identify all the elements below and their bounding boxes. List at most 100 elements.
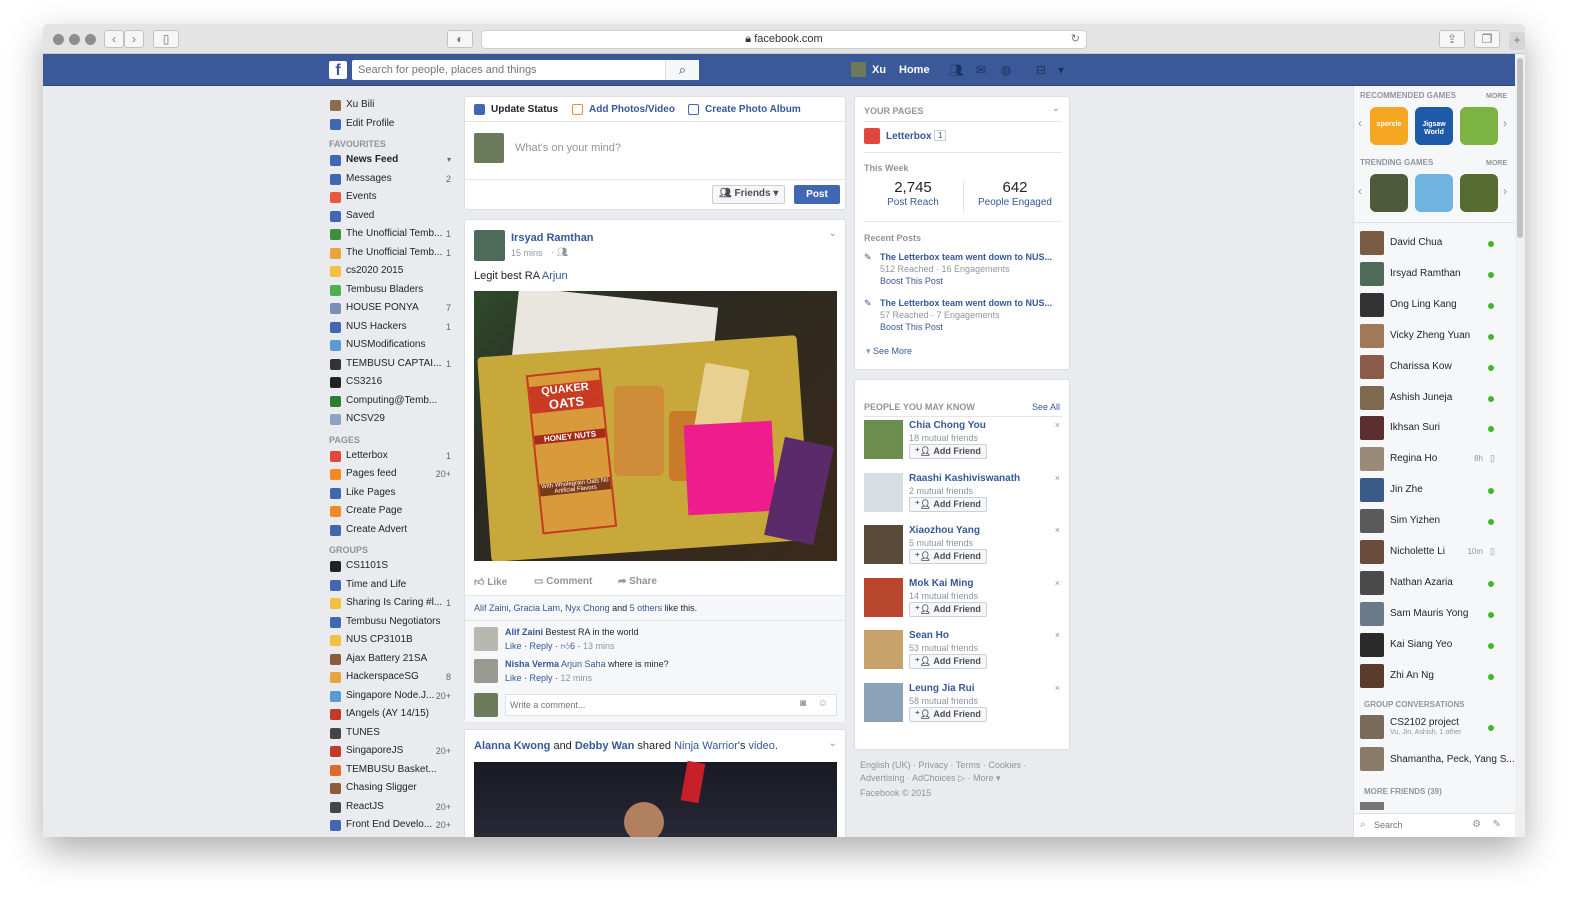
dismiss-icon[interactable]: × bbox=[1055, 683, 1060, 693]
chat-friend[interactable]: Regina Ho 8h ▯ bbox=[1354, 444, 1515, 475]
audience-selector[interactable]: 👥︎ Friends ▾ bbox=[712, 185, 786, 204]
recommended-more-link[interactable]: MORE bbox=[1486, 93, 1507, 100]
messages-icon[interactable]: ✉︎ bbox=[973, 63, 989, 77]
footer-links[interactable]: English (UK) · Privacy · Terms · Cookies… bbox=[860, 759, 1026, 772]
add-friend-button[interactable]: ⁺👤︎ Add Friend bbox=[909, 444, 987, 459]
nav-item[interactable]: Saved bbox=[329, 207, 459, 226]
letterbox-page-icon[interactable] bbox=[864, 128, 880, 144]
trending-more-link[interactable]: MORE bbox=[1486, 160, 1507, 167]
chat-friend[interactable]: Ong Ling Kang bbox=[1354, 290, 1515, 321]
liker-link[interactable]: Gracia Lam bbox=[514, 603, 561, 613]
comment-input[interactable] bbox=[510, 697, 780, 713]
chat-friend[interactable]: Nicholette Li 10m ▯ bbox=[1354, 537, 1515, 568]
comment-time[interactable]: 13 mins bbox=[583, 641, 615, 651]
nav-item[interactable]: The Unofficial Temb... 1 bbox=[329, 225, 459, 244]
new-tab-icon[interactable]: + bbox=[1509, 32, 1525, 50]
like-button[interactable]: 👍︎ Like bbox=[474, 576, 507, 588]
person-name[interactable]: Mok Kai Ming bbox=[909, 578, 973, 589]
person-name[interactable]: Chia Chong You bbox=[909, 420, 986, 431]
nav-item[interactable]: NUSModifications bbox=[329, 336, 459, 355]
friend-requests-icon[interactable]: 👥︎ bbox=[948, 63, 964, 77]
people-engaged-stat[interactable]: 642 People Engaged bbox=[965, 179, 1065, 208]
post-author[interactable]: Irsyad Ramthan bbox=[511, 232, 594, 244]
nav-item[interactable]: Chasing Sligger bbox=[329, 779, 459, 798]
zoom-window-button[interactable] bbox=[85, 34, 96, 45]
game-thumbnail[interactable] bbox=[1460, 174, 1498, 212]
nav-item[interactable]: TUNES bbox=[329, 724, 459, 743]
comment-author[interactable]: Alif Zaini bbox=[505, 627, 543, 637]
sidebar-toggle-icon[interactable]: ▯ bbox=[153, 30, 179, 48]
person-avatar[interactable] bbox=[864, 472, 903, 512]
recent-post-title[interactable]: The Letterbox team went down to NUS... bbox=[880, 298, 1064, 308]
shared-page-link[interactable]: Ninja Warrior bbox=[674, 740, 738, 752]
chat-friend[interactable]: Kai Siang Yeo bbox=[1354, 630, 1515, 661]
nav-item[interactable]: cs2020 2015 bbox=[329, 262, 459, 281]
chat-friend[interactable]: David Chua bbox=[1354, 228, 1515, 259]
mutual-friends[interactable]: 18 mutual friends bbox=[909, 433, 978, 443]
see-more-link[interactable]: ▾ See More bbox=[866, 346, 912, 357]
nav-item[interactable]: Sharing Is Caring #l... 1 bbox=[329, 594, 459, 613]
nav-item[interactable]: Computing@Temb... bbox=[329, 392, 459, 411]
home-link[interactable]: Home bbox=[899, 64, 930, 76]
emoji-icon[interactable]: ☺︎ bbox=[818, 698, 828, 709]
news-feed-options-icon[interactable]: ▾ bbox=[447, 151, 451, 170]
user-avatar[interactable] bbox=[851, 62, 866, 77]
post-mention[interactable]: Arjun bbox=[542, 270, 568, 282]
tabs-icon[interactable]: ❐ bbox=[1474, 30, 1500, 48]
footer-links-2[interactable]: Advertising · AdChoices ▷ · More ▾ bbox=[860, 772, 1026, 785]
nav-item[interactable]: Events bbox=[329, 188, 459, 207]
person-name[interactable]: Sean Ho bbox=[909, 630, 949, 641]
search-input[interactable] bbox=[352, 60, 664, 80]
dismiss-icon[interactable]: × bbox=[1055, 630, 1060, 640]
game-thumbnail[interactable] bbox=[1415, 174, 1453, 212]
nav-item[interactable]: NUS Hackers 1 bbox=[329, 318, 459, 337]
person-name[interactable]: Leung Jia Rui bbox=[909, 683, 975, 694]
chat-friend[interactable]: Zhi An Ng bbox=[1354, 661, 1515, 692]
pymk-see-all[interactable]: See All bbox=[1032, 402, 1060, 412]
dismiss-icon[interactable]: × bbox=[1055, 525, 1060, 535]
chat-friend[interactable]: Nathan Azaria bbox=[1354, 568, 1515, 599]
game-thumbnail[interactable] bbox=[1460, 107, 1498, 145]
nav-item[interactable]: Xu Bili bbox=[329, 96, 459, 115]
person-name[interactable]: Raashi Kashiviswanath bbox=[909, 473, 1020, 484]
chat-friend[interactable]: Irsyad Ramthan bbox=[1354, 259, 1515, 290]
commenter-avatar[interactable] bbox=[474, 627, 498, 651]
gear-icon[interactable]: ⚙︎ bbox=[1472, 819, 1481, 830]
nav-item[interactable]: tAngels (AY 14/15) bbox=[329, 705, 459, 724]
nav-item[interactable]: TEMBUSU Basket... bbox=[329, 761, 459, 780]
dismiss-icon[interactable]: × bbox=[1055, 578, 1060, 588]
comment-like-link[interactable]: Like bbox=[505, 641, 522, 651]
trending-prev-arrow-icon[interactable]: ‹ bbox=[1358, 184, 1362, 198]
mutual-friends[interactable]: 14 mutual friends bbox=[909, 591, 978, 601]
nav-item[interactable]: HOUSE PONYA 7 bbox=[329, 299, 459, 318]
nav-item[interactable]: CS1101S bbox=[329, 557, 459, 576]
chat-search-input[interactable] bbox=[1374, 817, 1464, 833]
nav-item[interactable]: Edit Profile bbox=[329, 115, 459, 134]
commenter-avatar[interactable] bbox=[474, 659, 498, 683]
sharer-link[interactable]: Debby Wan bbox=[575, 740, 635, 752]
nav-item[interactable]: Tembusu Bladers bbox=[329, 281, 459, 300]
nav-item[interactable]: News Feed ▾ bbox=[329, 151, 459, 170]
add-friend-button[interactable]: ⁺👤︎ Add Friend bbox=[909, 654, 987, 669]
games-next-arrow-icon[interactable]: › bbox=[1503, 116, 1507, 130]
trending-next-arrow-icon[interactable]: › bbox=[1503, 184, 1507, 198]
post-options-chevron-icon[interactable]: ⌄ bbox=[829, 228, 837, 239]
mutual-friends[interactable]: 58 mutual friends bbox=[909, 696, 978, 706]
sharer-link[interactable]: Alanna Kwong bbox=[474, 740, 550, 752]
mutual-friends[interactable]: 53 mutual friends bbox=[909, 643, 978, 653]
mutual-friends[interactable]: 2 mutual friends bbox=[909, 486, 973, 496]
recent-post-title[interactable]: The Letterbox team went down to NUS... bbox=[880, 252, 1064, 262]
close-window-button[interactable] bbox=[53, 34, 64, 45]
status-input[interactable]: What's on your mind? bbox=[515, 142, 621, 154]
chat-friend[interactable]: Sam Mauris Yong bbox=[1354, 599, 1515, 630]
group-conversation[interactable]: Shamantha, Peck, Yang S... bbox=[1354, 744, 1515, 775]
nav-item[interactable]: HackerspaceSG 8 bbox=[329, 668, 459, 687]
add-friend-button[interactable]: ⁺👤︎ Add Friend bbox=[909, 706, 987, 722]
nav-item[interactable]: Create Advert bbox=[329, 521, 459, 540]
comment-like-link[interactable]: Like bbox=[505, 673, 522, 683]
video-thumbnail[interactable] bbox=[474, 760, 837, 837]
nav-item[interactable]: NCSV29 bbox=[329, 410, 459, 429]
facebook-logo-icon[interactable]: f bbox=[329, 61, 347, 79]
forward-icon[interactable]: › bbox=[124, 30, 144, 48]
game-thumbnail[interactable]: sporcle bbox=[1370, 107, 1408, 145]
